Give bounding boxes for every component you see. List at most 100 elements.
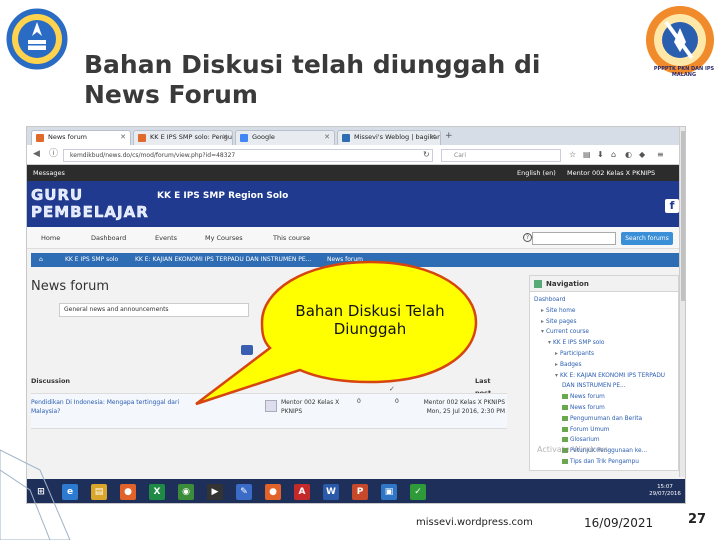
navigation-item-label: Pengumuman dan Berita bbox=[570, 415, 643, 422]
navigation-item-label: Dashboard bbox=[534, 297, 566, 303]
new-tab-button[interactable]: + bbox=[445, 130, 453, 142]
scrollbar-thumb[interactable] bbox=[681, 131, 685, 301]
download-icon[interactable]: ⬇ bbox=[597, 149, 604, 160]
navigation-item-label: Site home bbox=[546, 307, 576, 314]
tab-label: Missevi's Weblog | bagikan... bbox=[354, 133, 441, 141]
home-icon[interactable]: ⌂ bbox=[611, 149, 616, 160]
breadcrumb-home-icon[interactable]: ⌂ bbox=[39, 253, 43, 267]
navigation-item[interactable]: Glosarium bbox=[562, 436, 600, 444]
word-icon[interactable]: W bbox=[323, 484, 339, 500]
menu-icon[interactable]: ≡ bbox=[657, 149, 664, 160]
user-menu[interactable]: Mentor 002 Kelas X PKNIPS bbox=[567, 165, 655, 181]
chrome-icon[interactable]: ◉ bbox=[178, 484, 194, 500]
acrobat-icon[interactable]: A bbox=[294, 484, 310, 500]
vertical-scrollbar[interactable] bbox=[679, 127, 685, 477]
forum-icon bbox=[562, 437, 568, 443]
paint-icon[interactable]: ✎ bbox=[236, 484, 252, 500]
moodle-favicon-icon bbox=[138, 134, 146, 142]
browser-tab-bar: News forum ✕ KK E IPS SMP solo: Pengu...… bbox=[27, 127, 685, 145]
close-tab-icon[interactable]: ✕ bbox=[324, 131, 330, 144]
navigation-item[interactable]: ▾ Current course bbox=[541, 328, 589, 336]
browser-search-field[interactable]: Cari bbox=[441, 149, 561, 162]
brand-logo-line2[interactable]: PEMBELAJAR bbox=[31, 203, 149, 222]
green-icon[interactable]: ✓ bbox=[410, 484, 426, 500]
navigation-item-label: Participants bbox=[560, 351, 595, 357]
navigation-item[interactable]: ▾ KK E: KAJIAN EKONOMI IPS TERPADU bbox=[555, 372, 665, 380]
reading-list-icon[interactable]: ▤ bbox=[583, 149, 591, 160]
breadcrumb-course[interactable]: KK E IPS SMP solo bbox=[65, 253, 118, 267]
navigation-block-icon bbox=[534, 280, 542, 288]
navigation-item-label: Glosarium bbox=[570, 437, 600, 444]
navigation-item[interactable]: ▸ Badges bbox=[555, 361, 581, 369]
info-icon[interactable]: ⓘ bbox=[49, 149, 58, 160]
close-tab-icon[interactable]: ✕ bbox=[430, 131, 436, 144]
avatar[interactable] bbox=[265, 400, 277, 412]
navigation-block-title[interactable]: Navigation bbox=[530, 276, 678, 292]
language-menu[interactable]: English (en) bbox=[517, 165, 556, 181]
system-clock[interactable]: 15:07 29/07/2016 bbox=[647, 484, 683, 498]
tab-news-forum[interactable]: News forum ✕ bbox=[31, 130, 131, 145]
close-tab-icon[interactable]: ✕ bbox=[120, 131, 126, 144]
nav-this-course[interactable]: This course bbox=[273, 233, 310, 243]
kemdikbud-logo bbox=[5, 7, 69, 71]
navigation-item-label: Tips dan Trik Pengampu bbox=[570, 459, 639, 465]
navigation-item[interactable]: News forum bbox=[562, 404, 605, 412]
nav-home[interactable]: Home bbox=[41, 233, 60, 243]
excel-icon[interactable]: X bbox=[149, 484, 165, 500]
star-icon[interactable]: ☆ bbox=[569, 149, 576, 160]
tab-kk-e-ips[interactable]: KK E IPS SMP solo: Pengu... ✕ bbox=[133, 130, 233, 145]
breadcrumb-section[interactable]: KK E: KAJIAN EKONOMI IPS TERPADU DAN INS… bbox=[135, 253, 311, 267]
navigation-item[interactable]: DAN INSTRUMEN PE... bbox=[562, 382, 626, 390]
last-post[interactable]: Mentor 002 Kelas X PKNIPS Mon, 25 Jul 20… bbox=[421, 398, 505, 416]
navigation-item[interactable]: News forum bbox=[562, 393, 605, 401]
media-icon[interactable]: ▶ bbox=[207, 484, 223, 500]
clock-time: 15:07 bbox=[657, 484, 673, 490]
discussion-table-header: Discussion Last post bbox=[31, 375, 507, 397]
slide-title: Bahan Diskusi telah diunggah di News For… bbox=[84, 50, 541, 109]
check-icon: ✓ bbox=[389, 385, 395, 393]
clock-date: 29/07/2016 bbox=[649, 491, 681, 497]
footer-url: missevi.wordpress.com bbox=[416, 517, 533, 528]
facebook-icon[interactable]: f bbox=[665, 199, 679, 213]
back-icon[interactable]: ◀ bbox=[33, 149, 40, 160]
close-tab-icon[interactable]: ✕ bbox=[222, 131, 228, 144]
tab-label: News forum bbox=[48, 133, 88, 141]
reload-icon[interactable]: ↻ bbox=[423, 149, 430, 160]
search-forums-button[interactable]: Search forums bbox=[621, 232, 673, 245]
navigation-item[interactable]: Tips dan Trik Pengampu bbox=[562, 458, 639, 466]
forum-select[interactable]: General news and announcements bbox=[59, 303, 249, 317]
navigation-block: Navigation Dashboard ▸ Site home ▸ Site page… bbox=[529, 275, 679, 471]
messages-link[interactable]: Messages bbox=[33, 165, 65, 181]
tab-google[interactable]: Google ✕ bbox=[235, 130, 335, 145]
nav-my-courses[interactable]: My Courses bbox=[205, 233, 243, 243]
navigation-item[interactable]: ▸ Site pages bbox=[541, 318, 576, 326]
forum-icon bbox=[562, 415, 568, 421]
navigation-item[interactable]: ▸ Site home bbox=[541, 307, 575, 315]
navigation-item[interactable]: Forum Umum bbox=[562, 426, 609, 434]
powerpoint-icon[interactable]: P bbox=[352, 484, 368, 500]
navigation-item[interactable]: ▸ Participants bbox=[555, 350, 594, 358]
explorer-icon[interactable]: ▤ bbox=[91, 484, 107, 500]
discussion-topic-link[interactable]: Pendidikan Di Indonesia: Mengapa terting… bbox=[31, 398, 209, 416]
brand-logo-line1[interactable]: GURU bbox=[31, 186, 83, 205]
navigation-item[interactable]: Dashboard bbox=[534, 296, 565, 304]
firefox-icon[interactable]: ● bbox=[120, 484, 136, 500]
firefox2-icon[interactable]: ● bbox=[265, 484, 281, 500]
help-icon[interactable]: ? bbox=[523, 233, 532, 242]
tab-missevi[interactable]: Missevi's Weblog | bagikan... ✕ bbox=[337, 130, 441, 145]
folder-icon[interactable]: ▣ bbox=[381, 484, 397, 500]
add-topic-button[interactable] bbox=[241, 345, 253, 355]
sync-icon[interactable]: ◐ bbox=[625, 149, 632, 160]
breadcrumb-news-forum[interactable]: News forum bbox=[327, 253, 363, 267]
extensions-icon[interactable]: ◆ bbox=[639, 149, 645, 160]
col-discussion: Discussion bbox=[31, 377, 71, 385]
discussion-author[interactable]: Mentor 002 Kelas X PKNIPS bbox=[281, 398, 351, 416]
nav-dashboard[interactable]: Dashboard bbox=[91, 233, 126, 243]
replies-count: 0 bbox=[357, 398, 361, 405]
nav-events[interactable]: Events bbox=[155, 233, 177, 243]
url-field[interactable]: kemdikbud/news.do/cs/mod/forum/view.php?… bbox=[63, 149, 433, 162]
navigation-item[interactable]: Pengumuman dan Berita bbox=[562, 415, 642, 423]
forum-search-input[interactable] bbox=[532, 232, 616, 245]
forum-icon bbox=[562, 426, 568, 432]
navigation-item[interactable]: ▾ KK E IPS SMP solo bbox=[548, 339, 604, 347]
